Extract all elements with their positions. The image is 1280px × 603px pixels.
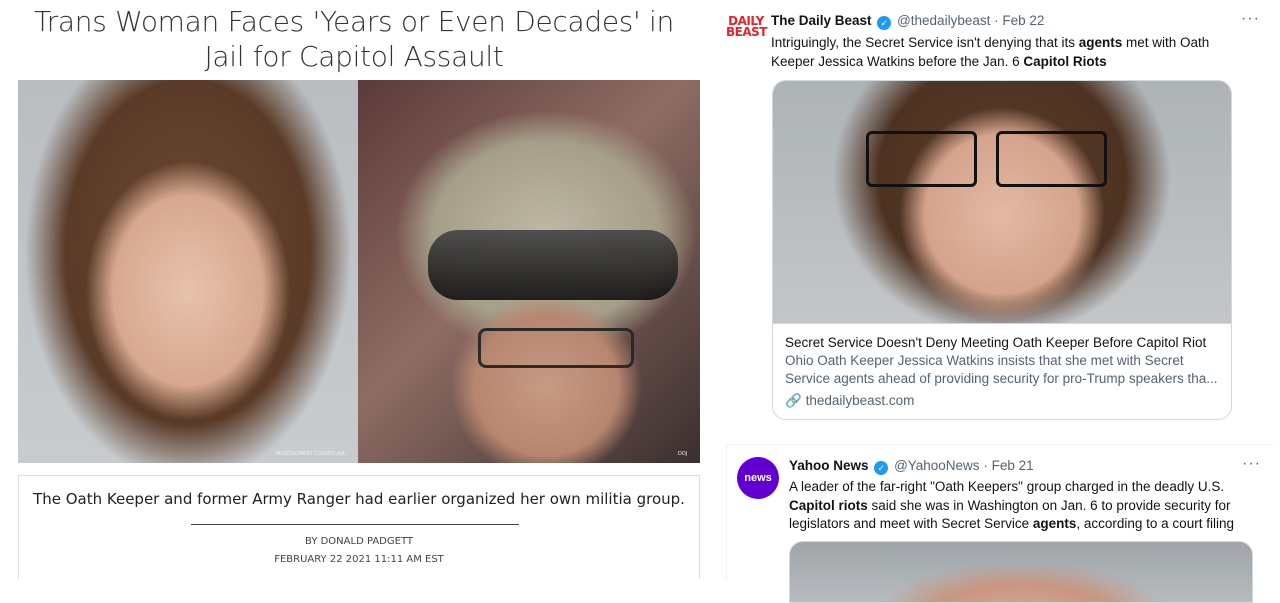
- author-handle[interactable]: @YahooNews: [894, 458, 980, 473]
- caption-box: The Oath Keeper and former Army Ranger h…: [18, 475, 700, 579]
- mugshot-photo: MONTGOMERY COUNTY JAIL: [18, 80, 358, 463]
- card-title: Secret Service Doesn't Deny Meeting Oath…: [785, 335, 1207, 350]
- tweet-header: Yahoo News ✓ @YahooNews · Feb 21: [789, 458, 1034, 475]
- tweet-date[interactable]: Feb 22: [1002, 13, 1044, 28]
- tweet-date[interactable]: Feb 21: [992, 458, 1034, 473]
- tweet-text-part: A leader of the far-right "Oath Keepers"…: [789, 479, 1225, 494]
- byline: BY DONALD PADGETT: [305, 536, 413, 547]
- avatar[interactable]: news: [737, 457, 779, 499]
- tweet-dailybeast[interactable]: DAILY BEAST The Daily Beast ✓ @thedailyb…: [726, 0, 1272, 438]
- separator-dot: ·: [983, 458, 988, 473]
- link-card[interactable]: Secret Service Doesn't Deny Meeting Oath…: [772, 80, 1232, 420]
- more-options-icon[interactable]: ···: [1242, 455, 1261, 473]
- tweet-text-highlight: Capitol riots: [789, 497, 868, 513]
- glasses-shape: [866, 131, 1107, 187]
- avatar[interactable]: DAILY BEAST: [726, 15, 767, 56]
- tweet-header: The Daily Beast ✓ @thedailybeast · Feb 2…: [771, 13, 1044, 30]
- tweet-text-highlight: agents: [1032, 516, 1077, 531]
- photo-caption: The Oath Keeper and former Army Ranger h…: [33, 490, 685, 508]
- glasses-shape: [478, 328, 634, 368]
- separator-dot: ·: [994, 13, 999, 28]
- goggles-shape: [428, 230, 678, 300]
- tweet-text-part: Intriguingly, the Secret Service isn't d…: [771, 35, 1079, 50]
- author-name[interactable]: The Daily Beast: [771, 13, 872, 28]
- tweet-text-highlight: agents: [1078, 35, 1123, 50]
- author-handle[interactable]: @thedailybeast: [897, 13, 990, 28]
- card-text: Secret Service Doesn't Deny Meeting Oath…: [773, 323, 1231, 419]
- byline-divider: [191, 524, 519, 525]
- avatar-text-line2: BEAST: [726, 25, 767, 39]
- article-headline: Trans Woman Faces 'Years or Even Decades…: [34, 5, 674, 73]
- tweets-panel: DAILY BEAST The Daily Beast ✓ @thedailyb…: [718, 0, 1280, 603]
- tweet-text-part: , according to a court filing: [1076, 516, 1234, 531]
- card-description: Ohio Oath Keeper Jessica Watkins insists…: [785, 353, 1218, 386]
- more-options-icon[interactable]: ···: [1241, 10, 1260, 28]
- article-panel: Trans Woman Faces 'Years or Even Decades…: [0, 0, 718, 579]
- link-icon: 🔗: [785, 393, 802, 408]
- card-image: [773, 81, 1231, 323]
- tweet-text: Intriguingly, the Secret Service isn't d…: [771, 34, 1241, 71]
- media-preview[interactable]: [789, 541, 1253, 603]
- card-domain: thedailybeast.com: [805, 393, 915, 408]
- verified-icon: ✓: [877, 16, 892, 30]
- tweet-text: A leader of the far-right "Oath Keepers"…: [789, 478, 1259, 534]
- riot-photo: DOJ: [358, 80, 700, 463]
- verified-icon: ✓: [874, 461, 889, 475]
- author-name[interactable]: Yahoo News: [789, 458, 869, 473]
- article-date: FEBRUARY 22 2021 11:11 AM EST: [274, 554, 444, 565]
- tweet-yahoonews[interactable]: news Yahoo News ✓ @YahooNews · Feb 21 ··…: [726, 444, 1273, 603]
- photo-credit-right: DOJ: [678, 451, 688, 457]
- tweet-text-highlight: Capitol Riots: [1023, 53, 1107, 69]
- photo-credit-left: MONTGOMERY COUNTY JAIL: [276, 451, 346, 457]
- card-link[interactable]: 🔗 thedailybeast.com: [785, 392, 1219, 410]
